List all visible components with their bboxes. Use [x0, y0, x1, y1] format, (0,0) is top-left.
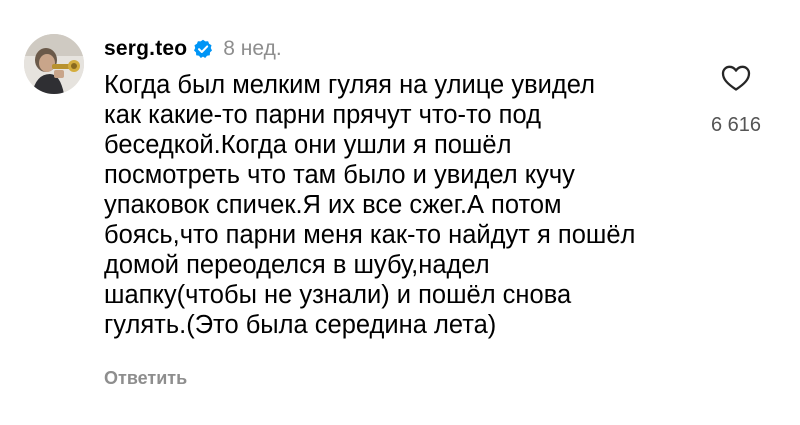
- comment-text: Когда был мелким гуляя на улице увидел к…: [104, 71, 636, 339]
- comment-timestamp: 8 нед.: [223, 37, 282, 60]
- heart-outline-icon[interactable]: [720, 62, 752, 94]
- like-count: 6 616: [710, 114, 762, 136]
- comment-header: serg.teo 8 нед.: [104, 34, 282, 64]
- like-section: 6 616: [708, 62, 764, 137]
- reply-button[interactable]: Ответить: [104, 368, 187, 389]
- avatar[interactable]: [24, 34, 84, 94]
- avatar-image: [24, 34, 84, 94]
- comment: serg.teo 8 нед. Когда был мелким гуляя н…: [0, 0, 800, 425]
- verified-badge-icon: [193, 39, 213, 59]
- username[interactable]: serg.teo: [104, 37, 187, 61]
